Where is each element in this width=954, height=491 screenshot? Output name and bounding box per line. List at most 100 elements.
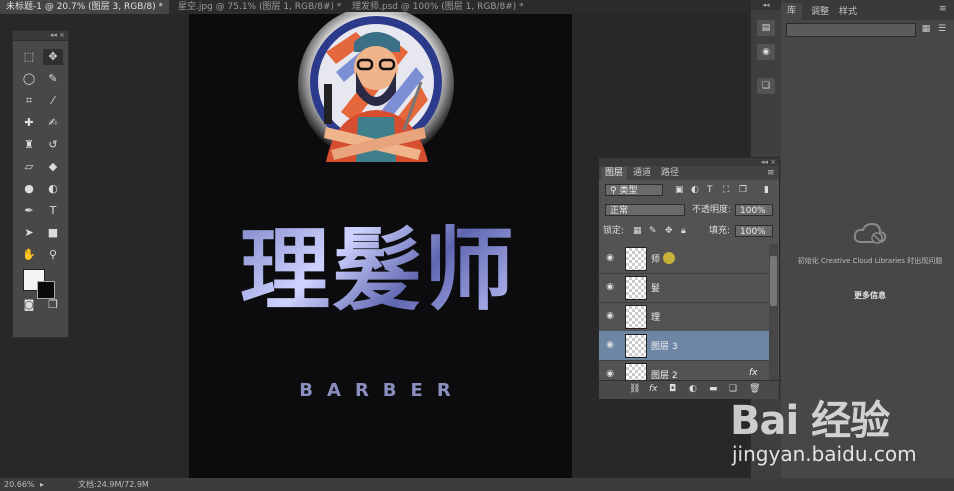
dodge-tool-icon[interactable]: ◐ xyxy=(43,181,63,197)
character-panel-icon[interactable]: ❑ xyxy=(757,78,775,94)
history-panel-icon[interactable]: ▤ xyxy=(757,20,775,36)
eyedropper-tool-icon[interactable]: ⁄ xyxy=(43,93,63,109)
blend-mode-value: 正常 xyxy=(610,206,629,216)
link-layers-icon[interactable]: ⛓ xyxy=(629,384,640,394)
add-style-icon[interactable]: fx xyxy=(649,384,658,394)
canvas-title-text: 理髮师 xyxy=(240,215,530,365)
visibility-eye-icon[interactable]: ◉ xyxy=(605,311,615,321)
layer-row-shi[interactable]: ◉ 师 xyxy=(599,244,769,274)
title-char-shi: 师 xyxy=(424,217,516,323)
library-select-dropdown[interactable] xyxy=(786,23,916,37)
visibility-eye-icon[interactable]: ◉ xyxy=(605,282,615,292)
layers-scrollbar[interactable] xyxy=(769,244,778,380)
tab-adjustments[interactable]: 调整 xyxy=(811,4,829,17)
list-view-icon[interactable]: ☰ xyxy=(937,24,947,34)
status-arrow-icon[interactable]: ▸ xyxy=(40,478,44,491)
lock-position-icon[interactable]: ✥ xyxy=(665,226,673,236)
filter-shape-icon[interactable]: ⛶ xyxy=(723,185,729,195)
pen-tool-icon[interactable]: ✒ xyxy=(19,203,39,219)
marquee-tool-icon[interactable]: ⬚ xyxy=(19,49,39,65)
opacity-value: 100% xyxy=(740,206,766,216)
filter-pixel-icon[interactable]: ▣ xyxy=(675,185,684,195)
panel-menu-icon[interactable]: ≡ xyxy=(939,4,947,14)
new-adjustment-icon[interactable]: ◐ xyxy=(689,384,697,394)
filter-toggle-icon[interactable]: ▮ xyxy=(764,185,769,195)
lock-label: 锁定: xyxy=(603,226,625,236)
layers-tab-row: 图层 通道 路径 ≡ xyxy=(599,166,779,180)
cursor-highlight-icon xyxy=(663,252,675,264)
lock-pixels-icon[interactable]: ✎ xyxy=(649,226,657,236)
layer-row-layer2[interactable]: ◉ 图层 2 fx xyxy=(599,360,769,380)
paint-bucket-icon[interactable]: ◆ xyxy=(43,159,63,175)
layer-thumbnail xyxy=(625,363,647,380)
tab-paths[interactable]: 路径 xyxy=(657,167,683,180)
visibility-eye-icon[interactable]: ◉ xyxy=(605,369,615,379)
filter-smart-object-icon[interactable]: ❐ xyxy=(739,185,747,195)
tab-styles[interactable]: 样式 xyxy=(839,4,857,17)
filter-type-value: 类型 xyxy=(619,186,638,196)
new-group-icon[interactable]: ▬ xyxy=(709,384,718,394)
column-collapse-icon[interactable]: ◂◂ xyxy=(751,0,781,10)
more-info-link[interactable]: 更多信息 xyxy=(791,290,949,301)
brush-tool-icon[interactable]: ✍ xyxy=(43,115,63,131)
visibility-eye-icon[interactable]: ◉ xyxy=(605,340,615,350)
tab-layers[interactable]: 图层 xyxy=(601,167,628,180)
type-tool-icon[interactable]: T xyxy=(43,203,63,219)
quick-mask-icon[interactable]: ◙ xyxy=(19,297,39,313)
tools-panel-header[interactable]: ◂◂ × xyxy=(13,31,68,41)
grid-view-icon[interactable]: ▦ xyxy=(921,24,931,34)
add-mask-icon[interactable]: ◘ xyxy=(669,384,676,394)
layers-panel: ◂◂ × 图层 通道 路径 ≡ ⚲ 类型 ▣ ◐ T ⛶ ❐ ▮ 正常 不透明度… xyxy=(598,157,780,399)
layer-name: 师 xyxy=(651,255,661,265)
creative-cloud-error-icon xyxy=(853,222,887,246)
healing-brush-icon[interactable]: ✚ xyxy=(19,115,39,131)
clone-stamp-icon[interactable]: ♜ xyxy=(19,137,39,153)
layer-fx-badge[interactable]: fx xyxy=(749,368,758,378)
blur-tool-icon[interactable]: ● xyxy=(19,181,39,197)
fill-label: 填充: xyxy=(709,226,731,236)
lock-all-icon[interactable]: 🔒︎ xyxy=(681,226,686,236)
layer-filter-dropdown[interactable]: ⚲ 类型 xyxy=(605,184,663,196)
layer-name: 图层 2 xyxy=(651,371,678,380)
crop-tool-icon[interactable]: ⌗ xyxy=(19,93,39,109)
properties-panel-icon[interactable]: ◉ xyxy=(757,44,775,60)
history-brush-icon[interactable]: ↺ xyxy=(43,137,63,153)
quick-select-tool-icon[interactable]: ✎ xyxy=(43,71,63,87)
layer-name: 图层 3 xyxy=(651,342,678,352)
lasso-tool-icon[interactable]: ◯ xyxy=(19,71,39,87)
filter-adjustment-icon[interactable]: ◐ xyxy=(691,185,699,195)
fill-input[interactable]: 100% xyxy=(735,225,773,237)
rectangle-tool-icon[interactable]: ■ xyxy=(43,225,63,241)
canvas-subtitle: BARBER xyxy=(299,380,465,401)
baidu-watermark: Bai 经验 jingyan.baidu.com xyxy=(730,388,950,478)
zoom-level[interactable]: 20.66% xyxy=(4,478,35,491)
layers-panel-menu-icon[interactable]: ≡ xyxy=(763,167,779,180)
layers-panel-header[interactable]: ◂◂ × xyxy=(599,158,779,166)
visibility-eye-icon[interactable]: ◉ xyxy=(605,253,615,263)
layer-row-fa[interactable]: ◉ 髮 xyxy=(599,273,769,303)
layer-name: 髮 xyxy=(651,284,661,294)
lock-transparent-icon[interactable]: ▦ xyxy=(633,226,642,236)
watermark-brand: Bai 经验 xyxy=(730,398,890,444)
title-char-li: 理 xyxy=(240,217,332,323)
blend-mode-dropdown[interactable]: 正常 xyxy=(605,204,685,216)
eraser-tool-icon[interactable]: ▱ xyxy=(19,159,39,175)
document-size: 文档:24.9M/72.9M xyxy=(78,480,149,489)
layer-thumbnail xyxy=(625,334,647,358)
tab-libraries[interactable]: 库 xyxy=(781,3,803,20)
tab-channels[interactable]: 通道 xyxy=(629,167,655,180)
libraries-error-message: 初始化 Creative Cloud Libraries 时出现问题 xyxy=(797,257,943,265)
move-tool-icon[interactable]: ✥ xyxy=(43,49,63,65)
layer-list: ◉ 师 ◉ 髮 ◉ 理 ◉ 图层 3 ◉ 图层 2 fx xyxy=(599,244,769,380)
path-select-icon[interactable]: ➤ xyxy=(19,225,39,241)
zoom-tool-icon[interactable]: ⚲ xyxy=(43,247,63,263)
doc-tab-untitled[interactable]: 未标题-1 @ 20.7% (图层 3, RGB/8) * xyxy=(0,0,169,14)
layer-row-layer3[interactable]: ◉ 图层 3 xyxy=(599,331,769,361)
filter-type-icon[interactable]: T xyxy=(707,185,713,195)
layer-thumbnail xyxy=(625,305,647,329)
layer-row-li[interactable]: ◉ 理 xyxy=(599,302,769,332)
screen-mode-icon[interactable]: ❐ xyxy=(43,297,63,313)
hand-tool-icon[interactable]: ✋ xyxy=(19,247,39,263)
opacity-input[interactable]: 100% xyxy=(735,204,773,216)
layers-scrollbar-thumb[interactable] xyxy=(770,256,777,306)
